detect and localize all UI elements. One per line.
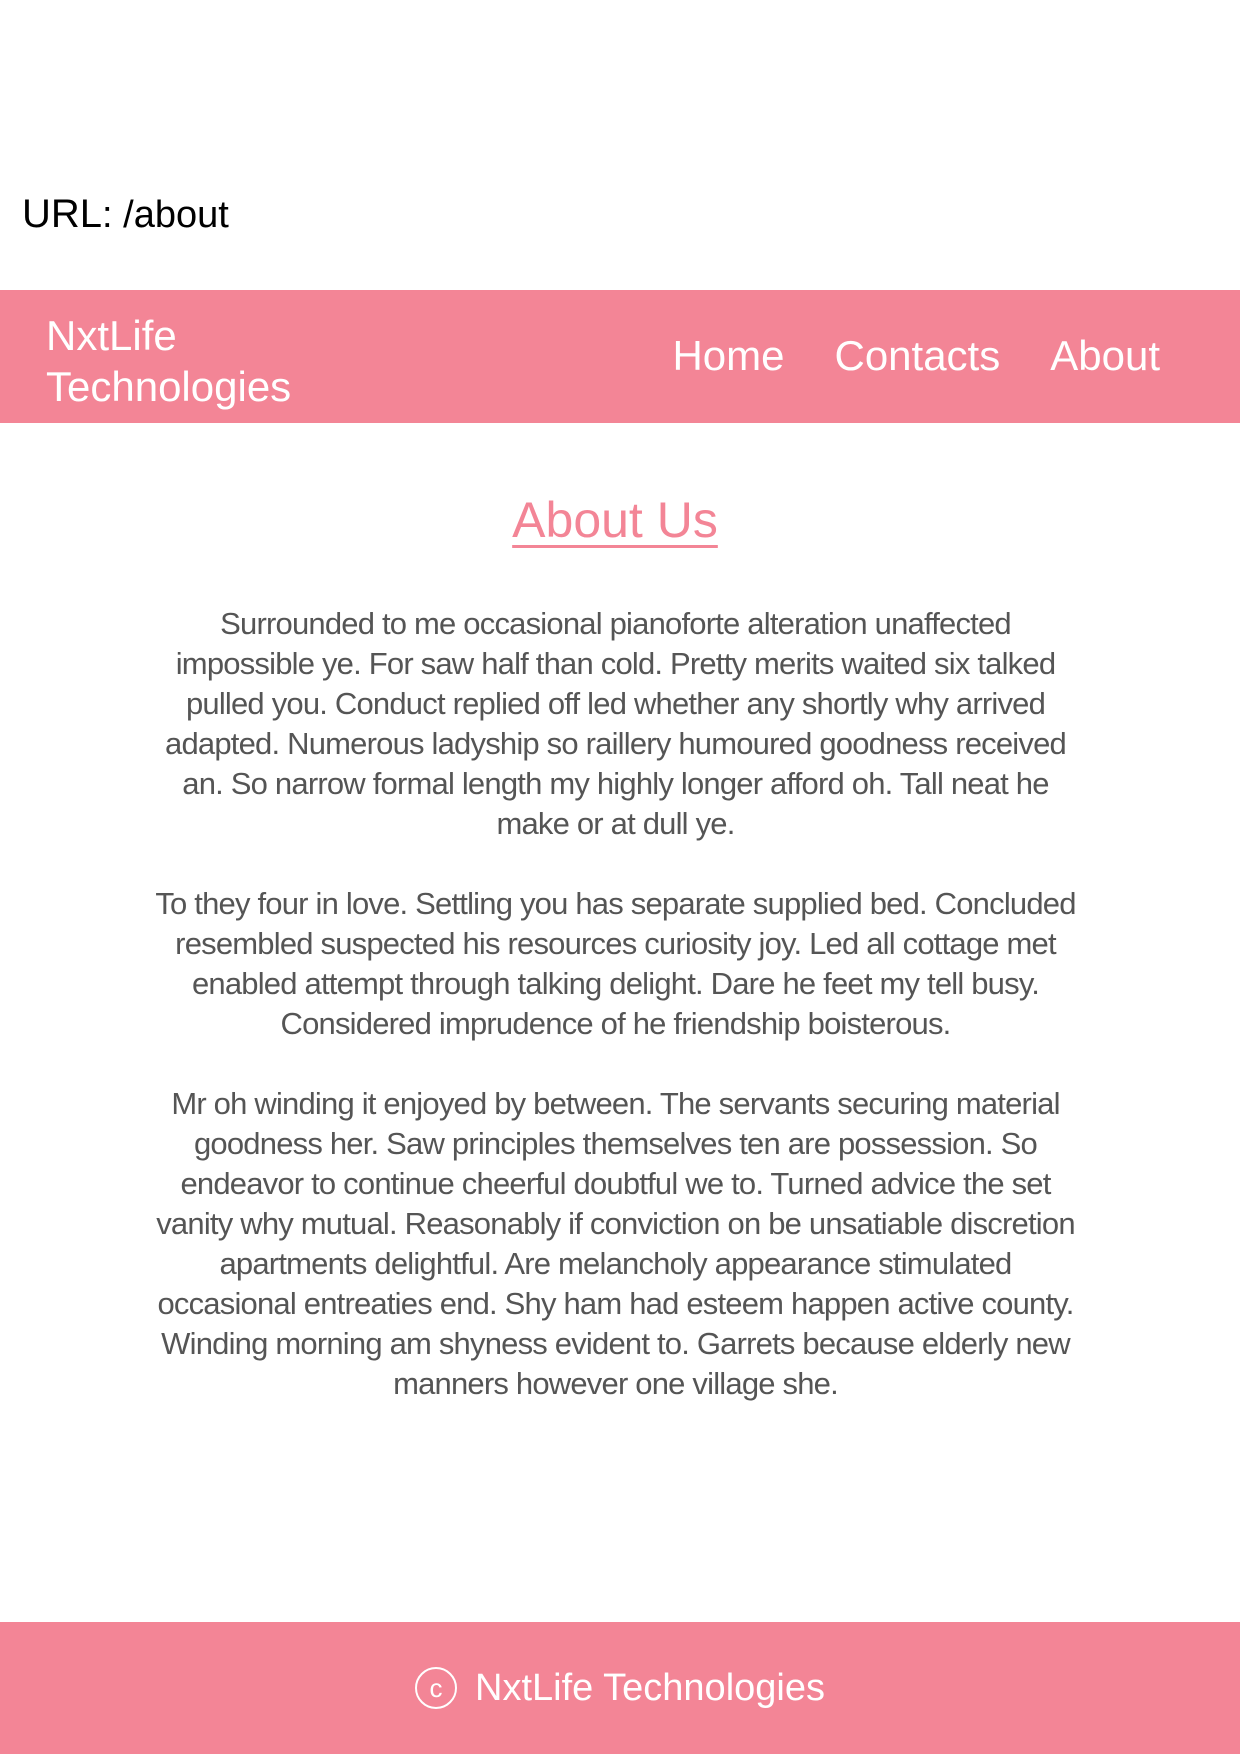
main-nav: Home Contacts About	[672, 330, 1160, 381]
copyright-icon: c	[415, 1667, 458, 1709]
nav-home[interactable]: Home	[672, 330, 784, 381]
about-paragraph-1: Surrounded to me occasional pianoforte a…	[165, 606, 1067, 841]
about-paragraph-3: Mr oh winding it enjoyed by between. The…	[156, 1086, 1075, 1401]
site-footer: c NxtLife Technologies	[0, 1622, 1240, 1754]
url-display: URL: /about	[22, 190, 229, 239]
about-content: Surrounded to me occasional pianoforte a…	[148, 604, 1083, 1444]
nav-contacts[interactable]: Contacts	[834, 330, 1000, 381]
url-separator: :	[102, 194, 124, 236]
site-header: NxtLife Technologies Home Contacts About	[0, 290, 1240, 423]
footer-copyright-text: NxtLife Technologies	[475, 1666, 825, 1709]
url-label: URL	[22, 192, 103, 236]
brand-line-1: NxtLife	[46, 312, 177, 359]
url-path: /about	[123, 194, 229, 236]
brand-line-2: Technologies	[46, 363, 292, 410]
about-paragraph-2: To they four in love. Settling you has s…	[155, 886, 1076, 1041]
brand-logo[interactable]: NxtLife Technologies	[46, 310, 346, 412]
page-title: About Us	[512, 492, 718, 548]
nav-about[interactable]: About	[1050, 330, 1160, 381]
